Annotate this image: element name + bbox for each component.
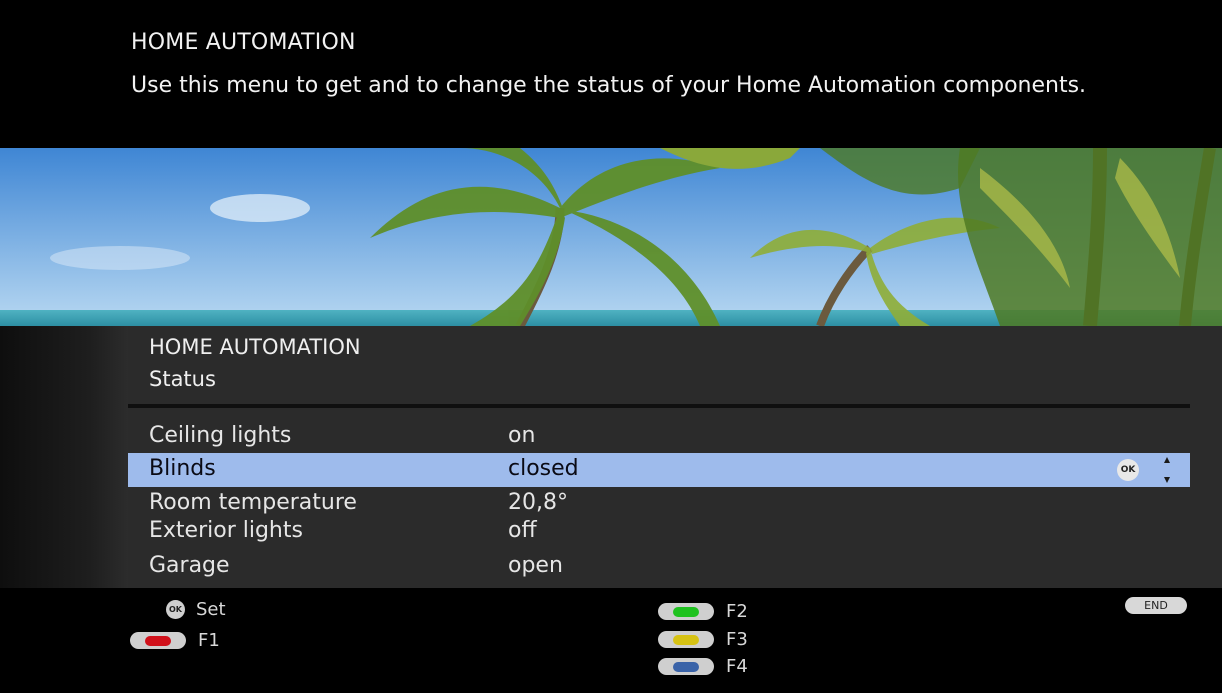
menu-subtitle: Status bbox=[149, 367, 216, 391]
menu-title: HOME AUTOMATION bbox=[149, 335, 361, 359]
status-menu: HOME AUTOMATION Status Ceiling lights on… bbox=[128, 326, 1190, 588]
yellow-button-icon bbox=[658, 631, 714, 648]
menu-item-value: closed bbox=[508, 456, 579, 481]
f1-key[interactable]: F1 bbox=[130, 630, 220, 651]
green-button-icon bbox=[658, 603, 714, 620]
menu-item-garage[interactable]: Garage open bbox=[128, 550, 1190, 584]
menu-item-blinds[interactable]: Blinds closed OK bbox=[128, 453, 1190, 487]
f3-key[interactable]: F3 bbox=[658, 629, 748, 650]
ok-icon: OK bbox=[166, 600, 185, 619]
menu-item-value: open bbox=[508, 553, 563, 578]
f1-label: F1 bbox=[198, 630, 220, 651]
menu-item-label: Room temperature bbox=[149, 490, 357, 515]
f4-label: F4 bbox=[726, 656, 748, 677]
menu-item-label: Exterior lights bbox=[149, 518, 303, 543]
menu-item-value: off bbox=[508, 518, 537, 543]
banner-image bbox=[0, 148, 1222, 326]
menu-item-label: Garage bbox=[149, 553, 230, 578]
header-description: Use this menu to get and to change the s… bbox=[131, 73, 1087, 98]
menu-divider bbox=[128, 404, 1190, 408]
footer-key-legend: OK Set F1 F2 F3 F4 END bbox=[0, 588, 1222, 693]
up-down-arrows-icon[interactable] bbox=[1161, 455, 1173, 485]
menu-item-ceiling-lights[interactable]: Ceiling lights on bbox=[128, 420, 1190, 454]
set-label: Set bbox=[196, 599, 226, 620]
blue-button-icon bbox=[658, 658, 714, 675]
ok-set-hint[interactable]: OK Set bbox=[166, 599, 226, 620]
f2-key[interactable]: F2 bbox=[658, 601, 748, 622]
menu-item-value: on bbox=[508, 423, 536, 448]
red-button-icon bbox=[130, 632, 186, 649]
menu-item-label: Blinds bbox=[149, 456, 216, 481]
ok-icon[interactable]: OK bbox=[1117, 459, 1139, 481]
menu-item-label: Ceiling lights bbox=[149, 423, 292, 448]
header: HOME AUTOMATION Use this menu to get and… bbox=[0, 0, 1222, 148]
f2-label: F2 bbox=[726, 601, 748, 622]
f3-label: F3 bbox=[726, 629, 748, 650]
end-button[interactable]: END bbox=[1125, 597, 1187, 614]
f4-key[interactable]: F4 bbox=[658, 656, 748, 677]
menu-item-value: 20,8° bbox=[508, 490, 568, 515]
menu-item-exterior-lights[interactable]: Exterior lights off bbox=[128, 515, 1190, 549]
header-title: HOME AUTOMATION bbox=[131, 30, 356, 55]
panel-left-margin bbox=[0, 326, 128, 588]
